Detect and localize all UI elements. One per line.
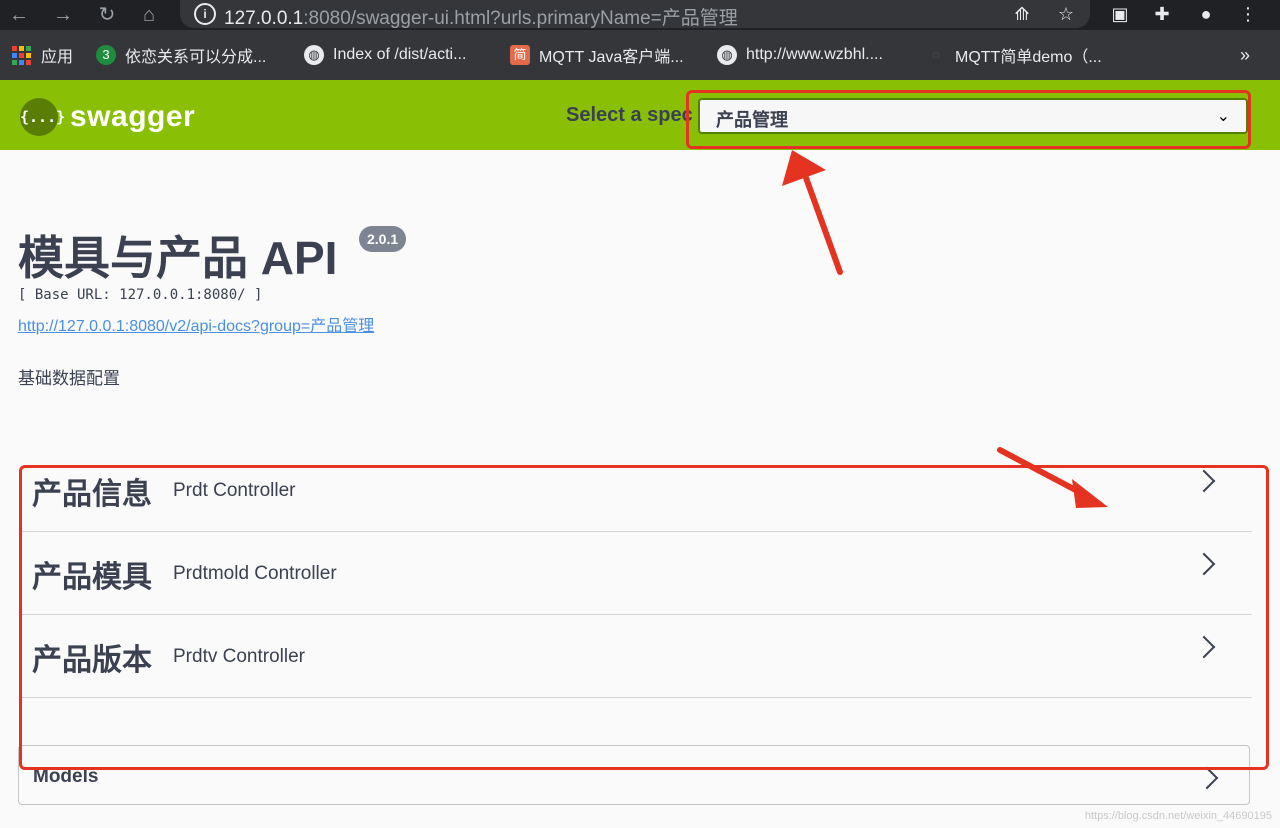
forward-arrow-icon[interactable]: →: [50, 2, 76, 28]
models-section[interactable]: Models: [18, 745, 1250, 805]
globe-icon: ◍: [717, 45, 737, 65]
bookmark-label: http://www.wzbhl....: [746, 46, 883, 63]
tag-description: Prdtmold Controller: [173, 563, 337, 584]
browser-toolbar: ← → ↻ ⌂ i 127.0.0.1:8080/swagger-ui.html…: [0, 0, 1280, 30]
tag-name: 产品信息: [32, 478, 152, 511]
tag-section-prdt[interactable]: 产品信息 Prdt Controller: [20, 449, 1252, 532]
address-bar[interactable]: i 127.0.0.1:8080/swagger-ui.html?urls.pr…: [180, 0, 1090, 30]
chevron-down-icon: ⌄: [1216, 108, 1230, 125]
api-description: 基础数据配置: [18, 369, 120, 388]
translate-icon[interactable]: ⟰: [1010, 2, 1034, 26]
base-url: [ Base URL: 127.0.0.1:8080/ ]: [18, 287, 263, 303]
api-docs-link[interactable]: http://127.0.0.1:8080/v2/api-docs?group=…: [18, 312, 374, 336]
spec-selected-value: 产品管理: [716, 110, 788, 130]
bookmark-item[interactable]: ◌ MQTT简单demo（...: [926, 44, 1102, 66]
bookmark-item[interactable]: 简 MQTT Java客户端...: [510, 44, 684, 66]
tag-description: Prdtv Controller: [173, 646, 305, 667]
bookmark-item[interactable]: ◍ http://www.wzbhl....: [717, 44, 883, 66]
bookmark-label: 依恋关系可以分成...: [125, 49, 267, 66]
api-title: 模具与产品 API: [18, 232, 338, 284]
chevron-right-icon[interactable]: [1192, 635, 1216, 659]
tag-name: 产品模具: [32, 561, 152, 594]
bookmark-label: 应用: [41, 49, 74, 66]
page-icon: ◌: [926, 45, 946, 65]
bookmark-item[interactable]: 3 依恋关系可以分成...: [96, 44, 266, 66]
chevron-right-icon[interactable]: [1192, 469, 1216, 493]
tag-section-prdtv[interactable]: 产品版本 Prdtv Controller: [20, 615, 1252, 698]
bookmark-item[interactable]: ◍ Index of /dist/acti...: [304, 44, 466, 66]
tag-section-prdtmold[interactable]: 产品模具 Prdtmold Controller: [20, 532, 1252, 615]
back-arrow-icon[interactable]: ←: [6, 2, 32, 28]
version-badge: 2.0.1: [359, 226, 407, 252]
extension-p-icon[interactable]: ▣: [1108, 2, 1132, 26]
profile-icon[interactable]: ●: [1194, 2, 1218, 26]
spec-select-dropdown[interactable]: 产品管理 ⌄: [698, 98, 1248, 134]
tag-description: Prdt Controller: [173, 480, 296, 501]
bookmarks-bar: 应用 3 依恋关系可以分成... ◍ Index of /dist/acti..…: [0, 30, 1280, 80]
jian-icon: 简: [510, 45, 530, 65]
badge-3-icon: 3: [96, 45, 116, 65]
globe-icon: ◍: [304, 45, 324, 65]
info-icon[interactable]: i: [194, 3, 216, 25]
spec-select-label: Select a spec: [566, 104, 693, 126]
star-icon[interactable]: ☆: [1054, 2, 1078, 26]
bookmark-label: MQTT Java客户端...: [539, 49, 684, 66]
more-vertical-icon[interactable]: ⋮: [1236, 2, 1260, 26]
models-title: Models: [33, 766, 99, 787]
more-bookmarks-chevron-icon[interactable]: »: [1240, 44, 1250, 66]
watermark: https://blog.csdn.net/weixin_44690195: [1084, 810, 1272, 822]
bookmark-label: MQTT简单demo（...: [955, 49, 1102, 66]
swagger-logo-text[interactable]: swagger: [70, 100, 195, 134]
bookmark-label: Index of /dist/acti...: [333, 46, 467, 63]
bookmark-apps[interactable]: 应用: [12, 44, 73, 66]
arrow-up-annotation: [782, 150, 843, 275]
url-path: :8080/swagger-ui.html?urls.primaryName=产…: [303, 8, 738, 29]
tag-name: 产品版本: [32, 644, 152, 677]
reload-icon[interactable]: ↻: [94, 2, 120, 28]
swagger-logo-icon[interactable]: {...}: [20, 98, 65, 136]
url-host: 127.0.0.1: [224, 8, 304, 29]
chevron-right-icon[interactable]: [1195, 766, 1219, 790]
home-icon[interactable]: ⌂: [136, 2, 162, 28]
url-text[interactable]: 127.0.0.1:8080/swagger-ui.html?urls.prim…: [224, 3, 738, 30]
apps-grid-icon: [12, 45, 31, 65]
chevron-right-icon[interactable]: [1192, 552, 1216, 576]
puzzle-icon[interactable]: ✚: [1150, 2, 1174, 26]
